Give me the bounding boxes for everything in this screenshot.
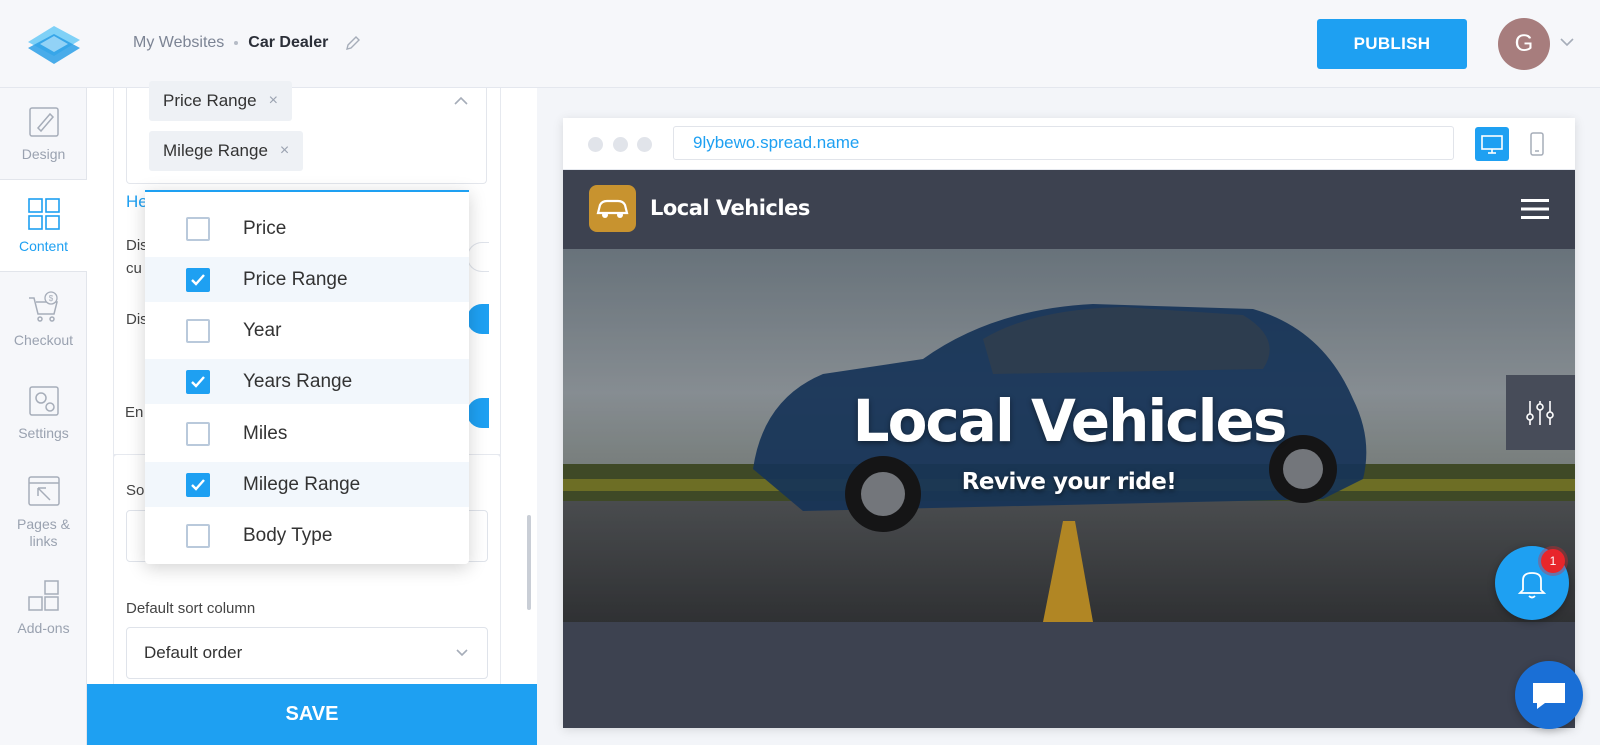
nav-content[interactable]: Content <box>0 180 87 272</box>
nav-content-label: Content <box>18 238 69 254</box>
chip-milege-range: Milege Range × <box>149 131 304 171</box>
grid-icon <box>27 198 60 230</box>
toggle-switch[interactable] <box>467 242 489 272</box>
check-icon <box>191 273 205 286</box>
panel-scrollbar[interactable] <box>527 515 531 610</box>
option-label: Year <box>243 319 282 341</box>
chat-button[interactable] <box>1515 661 1583 729</box>
checkbox[interactable] <box>186 421 210 446</box>
hero-section: Local Vehicles Revive your ride! <box>563 249 1575 622</box>
option-milege-range[interactable]: Milege Range <box>145 462 469 507</box>
checkbox-checked[interactable] <box>186 369 210 394</box>
option-label: Price <box>243 217 287 239</box>
car-icon <box>596 199 629 218</box>
nav-checkout-label: Checkout <box>13 332 74 348</box>
nav-pages-links-label: Pages & links <box>17 516 70 549</box>
chevron-down-icon[interactable] <box>1559 36 1575 48</box>
sliders-icon <box>1526 401 1554 425</box>
filter-options-dropdown: Price Price Range Year Years Range Miles… <box>145 190 469 564</box>
save-button[interactable]: SAVE <box>87 684 537 745</box>
desktop-icon <box>1481 135 1503 154</box>
svg-text:$: $ <box>48 294 53 303</box>
hamburger-menu-icon[interactable] <box>1521 198 1549 220</box>
addons-icon <box>27 580 59 611</box>
desktop-view-button[interactable] <box>1475 127 1509 161</box>
nav-design-label: Design <box>21 146 66 162</box>
close-icon[interactable]: × <box>280 142 289 160</box>
top-bar: My Websites Car Dealer PUBLISH G <box>0 0 1600 88</box>
check-icon <box>191 478 205 491</box>
nav-settings[interactable]: Settings <box>0 367 87 459</box>
default-sort-value: Default order <box>144 643 243 662</box>
site-logo[interactable] <box>589 185 636 232</box>
option-price[interactable]: Price <box>145 206 469 251</box>
nav-addons[interactable]: Add-ons <box>0 562 87 654</box>
nav-design[interactable]: Design <box>0 88 87 180</box>
brush-icon <box>28 107 59 137</box>
window-dot <box>637 137 652 152</box>
breadcrumb-current-site: Car Dealer <box>248 34 329 51</box>
preview-url[interactable]: 9lybewo.spread.name <box>673 126 1454 160</box>
avatar[interactable]: G <box>1498 18 1550 70</box>
breadcrumb-my-websites[interactable]: My Websites <box>133 34 224 52</box>
toggle-switch[interactable] <box>467 304 489 334</box>
toggle-switch[interactable] <box>467 398 489 428</box>
chip-label: Milege Range <box>163 141 268 160</box>
nav-pages-links[interactable]: Pages & links <box>0 458 87 558</box>
checkbox-checked[interactable] <box>186 267 210 292</box>
close-icon[interactable]: × <box>269 92 278 110</box>
option-body-type[interactable]: Body Type <box>145 513 469 558</box>
left-nav: Design Content $ Checkout Settings Pages… <box>0 88 87 745</box>
gear-icon <box>28 386 59 416</box>
site-navbar: Local Vehicles <box>563 170 1575 249</box>
chip-label: Price Range <box>163 91 257 110</box>
site-preview: 9lybewo.spread.name Local Vehicles Local… <box>563 118 1575 728</box>
link-window-icon <box>27 476 60 506</box>
mobile-icon <box>1530 132 1544 156</box>
check-icon <box>191 375 205 388</box>
window-dot <box>613 137 628 152</box>
chip-price-range: Price Range × <box>149 81 292 121</box>
chevron-up-icon[interactable] <box>453 95 469 107</box>
chevron-down-icon <box>456 649 468 657</box>
hero-subtitle: Revive your ride! <box>961 469 1177 495</box>
cart-icon: $ <box>28 291 58 322</box>
publish-button[interactable]: PUBLISH <box>1317 19 1467 69</box>
option-label: Body Type <box>243 524 333 546</box>
checkbox[interactable] <box>186 216 210 241</box>
default-sort-label: Default sort column <box>126 600 256 617</box>
setting-label: So <box>126 482 145 499</box>
checkbox-checked[interactable] <box>186 472 210 497</box>
site-name[interactable]: Local Vehicles <box>650 196 810 220</box>
preview-browser-bar: 9lybewo.spread.name <box>563 118 1575 170</box>
checkbox[interactable] <box>186 318 210 343</box>
default-sort-select[interactable]: Default order <box>126 627 488 679</box>
breadcrumb-separator <box>234 41 239 45</box>
option-years-range[interactable]: Years Range <box>145 359 469 404</box>
option-label: Price Range <box>243 268 348 290</box>
option-label: Miles <box>243 422 288 444</box>
notification-badge: 1 <box>1541 549 1565 573</box>
setting-label: cu <box>126 260 142 277</box>
nav-settings-label: Settings <box>18 425 69 441</box>
setting-label: En <box>125 404 144 421</box>
window-dot <box>588 137 603 152</box>
mobile-view-button[interactable] <box>1520 127 1554 161</box>
option-label: Milege Range <box>243 473 361 495</box>
hero-title: Local Vehicles <box>852 387 1288 455</box>
option-year[interactable]: Year <box>145 308 469 353</box>
option-price-range[interactable]: Price Range <box>145 257 469 302</box>
app-logo-icon[interactable] <box>24 22 84 66</box>
breadcrumb: My Websites Car Dealer <box>133 34 362 52</box>
nav-addons-label: Add-ons <box>17 620 70 636</box>
pencil-icon[interactable] <box>344 34 362 52</box>
option-label: Years Range <box>243 370 353 392</box>
checkbox[interactable] <box>186 523 210 548</box>
nav-checkout[interactable]: $ Checkout <box>0 274 87 366</box>
chat-bubble-icon <box>1533 683 1565 709</box>
filter-panel-toggle[interactable] <box>1506 375 1575 450</box>
option-miles[interactable]: Miles <box>145 411 469 456</box>
